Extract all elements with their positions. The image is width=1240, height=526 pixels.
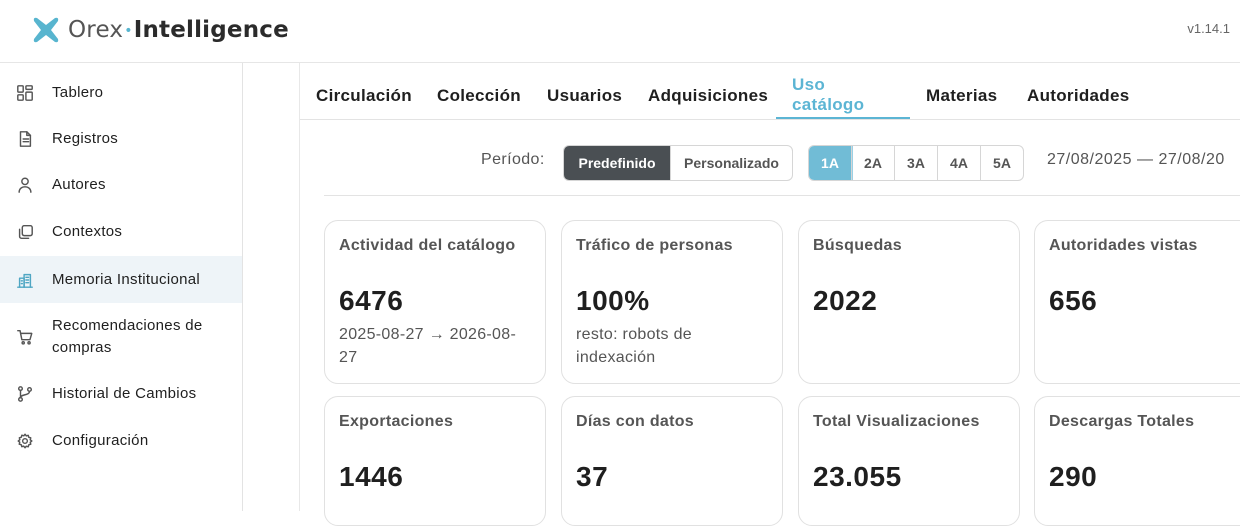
sidebar: Tablero Registros Autores Contextos Memo… [0, 63, 243, 511]
sidebar-item-memoria-institucional[interactable]: Memoria Institucional [0, 256, 242, 303]
card-title: Actividad del catálogo [339, 237, 516, 254]
tab-coleccion[interactable]: Colección [421, 73, 537, 119]
range-1a-button[interactable]: 1A [809, 146, 853, 180]
card-value: 37 [576, 461, 609, 492]
sidebar-item-recomendaciones[interactable]: Recomendaciones de compras [0, 313, 242, 361]
user-icon [15, 175, 35, 195]
tab-bar: Circulación Colección Usuarios Adquisici… [300, 73, 1240, 120]
card-value: 1446 [339, 461, 404, 492]
card-value: 23.055 [813, 461, 902, 492]
card-value: 2022 [813, 285, 878, 316]
building-icon [15, 270, 35, 290]
card-subtitle: 2025-08-27 → 2026-08-27 [339, 326, 517, 366]
custom-button[interactable]: Personalizado [670, 146, 792, 180]
range-5a-button[interactable]: 5A [980, 146, 1023, 180]
sidebar-item-label: Registros [52, 130, 119, 147]
logo-part2: Intelligence [133, 17, 289, 43]
stat-card-trafico: Tráfico de personas 100% resto: robots d… [561, 220, 783, 384]
tab-uso-catalogo[interactable]: Uso catálogo [776, 73, 910, 119]
gear-icon [15, 431, 35, 451]
git-branch-icon [15, 384, 35, 404]
sidebar-item-registros[interactable]: Registros [0, 117, 242, 161]
sidebar-item-label: Memoria Institucional [52, 270, 201, 288]
card-title: Exportaciones [339, 413, 454, 430]
stat-card-visualizaciones: Total Visualizaciones 23.055 [798, 396, 1020, 526]
sidebar-item-contextos[interactable]: Contextos [0, 210, 242, 254]
period-mode-toggle: Predefinido Personalizado [563, 145, 793, 181]
app-logo[interactable]: Orex•Intelligence [30, 13, 289, 47]
stat-card-dias: Días con datos 37 [561, 396, 783, 526]
card-title: Búsquedas [813, 237, 902, 254]
card-subtitle: resto: robots de indexación [576, 326, 692, 366]
sidebar-item-autores[interactable]: Autores [0, 163, 242, 207]
card-value: 100% [576, 285, 650, 316]
tab-circulacion[interactable]: Circulación [300, 73, 428, 119]
sidebar-item-label: Contextos [52, 223, 123, 240]
stat-card-busquedas: Búsquedas 2022 [798, 220, 1020, 384]
card-title: Descargas Totales [1049, 413, 1195, 430]
card-title: Total Visualizaciones [813, 413, 980, 430]
sidebar-item-tablero[interactable]: Tablero [0, 71, 242, 115]
period-label: Período: [481, 151, 545, 168]
sidebar-item-label: Configuración [52, 432, 149, 449]
dashboard-icon [15, 83, 35, 103]
tab-usuarios[interactable]: Usuarios [531, 73, 638, 119]
sidebar-item-historial[interactable]: Historial de Cambios [0, 372, 242, 416]
range-3a-button[interactable]: 3A [894, 146, 937, 180]
range-4a-button[interactable]: 4A [937, 146, 980, 180]
tab-adquisiciones[interactable]: Adquisiciones [632, 73, 784, 119]
card-title: Autoridades vistas [1049, 237, 1198, 254]
tab-materias[interactable]: Materias [910, 73, 1013, 119]
stat-card-descargas: Descargas Totales 290 [1034, 396, 1240, 526]
card-value: 6476 [339, 285, 404, 316]
sidebar-item-label: Tablero [52, 84, 104, 101]
card-value: 656 [1049, 285, 1098, 316]
sidebar-item-configuracion[interactable]: Configuración [0, 419, 242, 463]
card-value: 290 [1049, 461, 1098, 492]
card-title: Tráfico de personas [576, 237, 733, 254]
copy-icon [15, 222, 35, 242]
document-icon [15, 129, 35, 149]
main-content: Circulación Colección Usuarios Adquisici… [299, 63, 1240, 526]
card-title: Días con datos [576, 413, 695, 430]
date-range: 27/08/2025 — 27/08/20 [1047, 151, 1225, 168]
tab-autoridades[interactable]: Autoridades [1011, 73, 1145, 119]
divider [324, 195, 1240, 196]
cart-icon [15, 327, 35, 347]
sidebar-item-label: Autores [52, 176, 106, 193]
stat-card-autoridades: Autoridades vistas 656 [1034, 220, 1240, 384]
range-selector: 1A 2A 3A 4A 5A [808, 145, 1024, 181]
sidebar-item-label: Recomendaciones de compras [52, 317, 203, 356]
logo-text: Orex•Intelligence [68, 17, 289, 43]
sidebar-item-label: Historial de Cambios [52, 385, 197, 402]
logo-separator: • [124, 22, 133, 39]
logo-part1: Orex [68, 17, 124, 43]
stat-card-actividad: Actividad del catálogo 6476 2025-08-27 →… [324, 220, 546, 384]
predefined-button[interactable]: Predefinido [564, 146, 670, 180]
stat-card-exportaciones: Exportaciones 1446 [324, 396, 546, 526]
top-bar: Orex•Intelligence v1.14.1 [0, 0, 1240, 63]
version-label: v1.14.1 [1187, 21, 1230, 36]
range-2a-button[interactable]: 2A [851, 146, 894, 180]
orex-logo-icon [33, 17, 59, 43]
